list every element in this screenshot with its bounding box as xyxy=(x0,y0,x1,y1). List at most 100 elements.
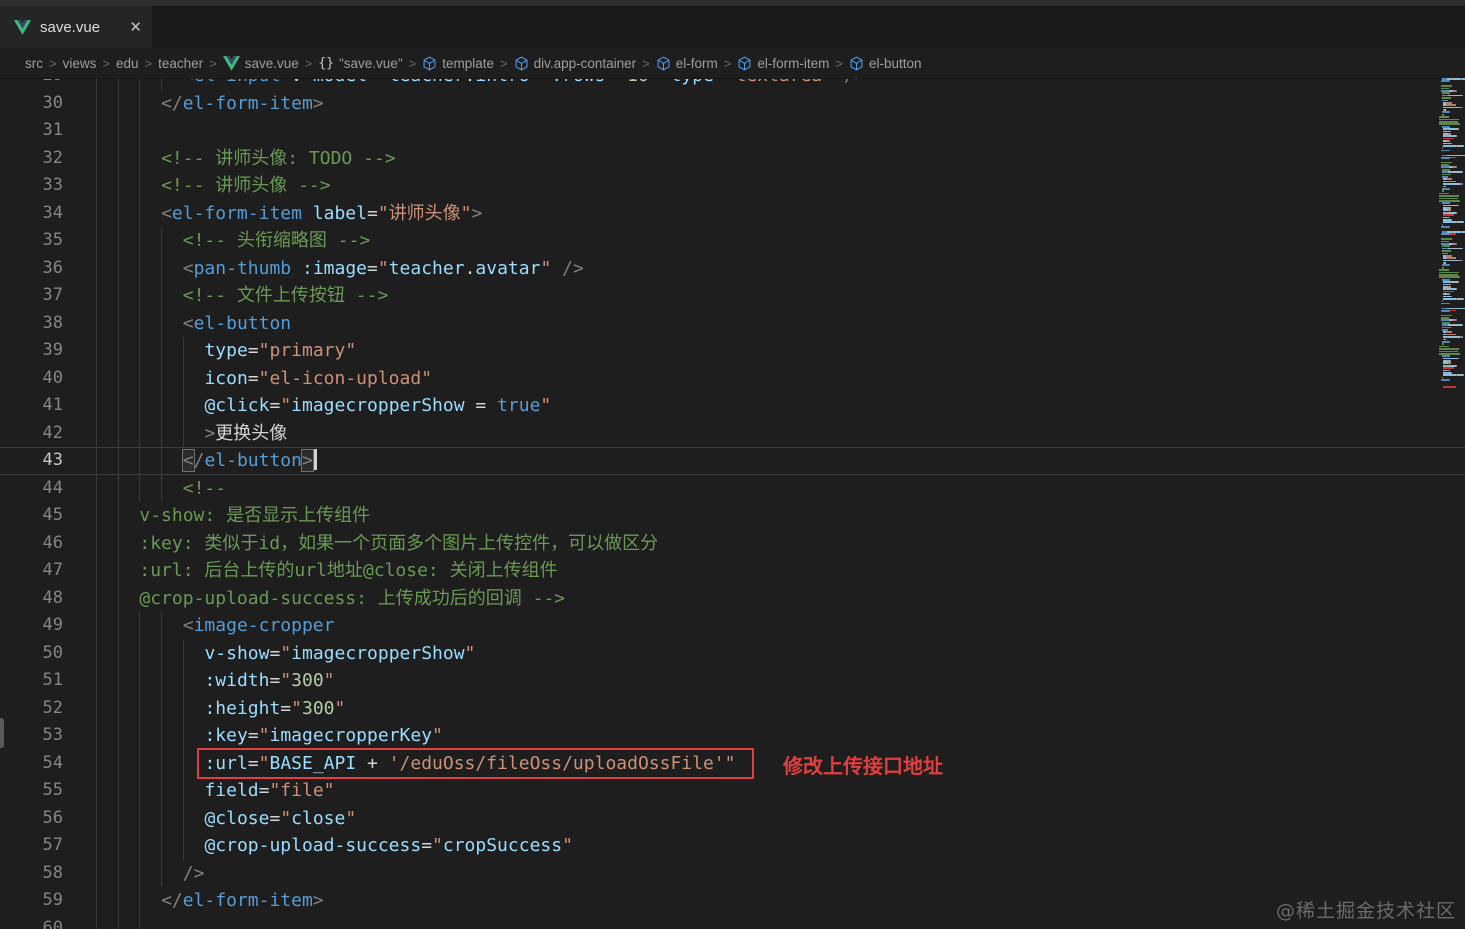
minimap-mark xyxy=(1449,233,1450,236)
code-line-51[interactable]: 51:width="300" xyxy=(0,667,1465,695)
code-line-45[interactable]: 45 v-show: 是否显示上传组件 xyxy=(0,502,1465,530)
code-line-60[interactable]: 60 xyxy=(0,914,1465,929)
code-token: = xyxy=(269,670,281,691)
breadcrumb-label: template xyxy=(442,55,494,71)
code-token: " xyxy=(280,670,292,691)
code-token: :image xyxy=(301,257,368,279)
breadcrumb-item-el-button[interactable]: el-button xyxy=(849,56,922,71)
indent-guide xyxy=(182,722,184,750)
code-token: cropSuccess xyxy=(442,835,563,856)
matched-bracket: > xyxy=(300,449,314,472)
indent-guide xyxy=(139,117,141,145)
code-line-36[interactable]: 36 <pan-thumb :image="teacher.avatar" /> xyxy=(0,254,1465,283)
code-token: /> xyxy=(844,79,866,86)
indent-guide xyxy=(96,859,97,887)
code-line-55[interactable]: 55 field="file" xyxy=(0,777,1465,805)
minimap-mark xyxy=(1456,166,1457,169)
code-line-49[interactable]: 49 <image-cropper xyxy=(0,612,1465,640)
code-line-48[interactable]: 48 @crop-upload-success: 上传成功后的回调 --> xyxy=(0,584,1465,612)
code-line-32[interactable]: 32 <!-- 讲师头像: TODO --> xyxy=(0,144,1465,172)
indent-guide xyxy=(182,749,184,777)
code-line-53[interactable]: 53:key="imagecropperKey" xyxy=(0,722,1465,750)
breadcrumb-item-save.vue[interactable]: {} "save.vue" xyxy=(318,56,402,71)
code-text: <pan-thumb :image="teacher.avatar" /> xyxy=(183,255,584,283)
minimap-mark xyxy=(1443,374,1456,377)
code-line-31[interactable]: 31 xyxy=(0,117,1465,145)
line-number: 31 xyxy=(42,120,63,140)
indent-guide xyxy=(139,859,141,887)
minimap-mark xyxy=(1462,106,1463,109)
code-line-37[interactable]: 37 <!-- 文件上传按钮 --> xyxy=(0,282,1465,310)
code-token: :key xyxy=(204,725,248,746)
vscode-window: { "colors": { "editor_bg": "#1e1e1e", "t… xyxy=(0,0,1465,929)
line-number: 39 xyxy=(42,340,63,360)
code-line-47[interactable]: 47:url: 后台上传的url地址@close: 关闭上传组件 xyxy=(0,557,1465,585)
code-line-29[interactable]: 29<el-input v-model="teacher.intro" :row… xyxy=(0,79,1465,90)
code-line-33[interactable]: 33 <!-- 讲师头像 --> xyxy=(0,172,1465,200)
code-line-59[interactable]: 59 </el-form-item> xyxy=(0,887,1465,915)
code-token: intro xyxy=(475,79,529,86)
tab-save-vue[interactable]: save.vue ✕ xyxy=(0,6,152,48)
code-text: :url: 后台上传的url地址@close: 关闭上传组件 xyxy=(139,557,557,585)
indent-guide xyxy=(96,117,97,145)
breadcrumb-item-el-form[interactable]: el-form xyxy=(656,56,718,71)
breadcrumb-item-edu[interactable]: edu xyxy=(116,56,139,71)
minimap-mark xyxy=(1457,204,1459,207)
code-text: icon="el-icon-upload" xyxy=(204,365,432,393)
code-text: v-show="imagecropperShow" xyxy=(204,640,475,668)
text-cursor xyxy=(313,449,317,470)
breadcrumb-item-views[interactable]: views xyxy=(63,56,97,71)
minimap-mark xyxy=(1447,183,1458,185)
code-line-46[interactable]: 46:key: 类似于id，如果一个页面多个图片上传控件，可以做区分 xyxy=(0,529,1465,557)
code-line-50[interactable]: 50 v-show="imagecropperShow" xyxy=(0,639,1465,668)
minimap-mark xyxy=(1462,324,1464,326)
code-token: :width xyxy=(204,670,270,691)
minimap-mark xyxy=(1461,307,1465,310)
minimap-mark xyxy=(1447,336,1458,338)
indent-guide xyxy=(96,172,97,200)
code-line-41[interactable]: 41 @click="imagecropperShow = true" xyxy=(0,392,1465,420)
line-number: 32 xyxy=(42,147,63,168)
breadcrumb-item-src[interactable]: src xyxy=(25,56,43,71)
code-line-34[interactable]: 34 <el-form-item label="讲师头像"> xyxy=(0,199,1465,227)
indent-guide xyxy=(117,89,119,117)
indent-guide xyxy=(139,777,141,805)
code-line-56[interactable]: 56 @close="close" xyxy=(0,804,1465,832)
breadcrumb-item-save.vue[interactable]: save.vue xyxy=(222,56,299,71)
breadcrumb-item-el-form-item[interactable]: el-form-item xyxy=(737,56,829,71)
code-line-40[interactable]: 40 icon="el-icon-upload" xyxy=(0,364,1465,393)
code-line-38[interactable]: 38 <el-button xyxy=(0,309,1465,338)
code-line-52[interactable]: 52:height="300" xyxy=(0,694,1465,722)
code-text: <el-button xyxy=(183,310,291,338)
tab-close-icon[interactable]: ✕ xyxy=(129,18,142,36)
minimap-mark xyxy=(1462,94,1464,97)
indent-guide xyxy=(139,392,141,420)
line-number: 43 xyxy=(42,450,63,470)
line-number: 42 xyxy=(42,422,63,443)
breadcrumb-item-teacher[interactable]: teacher xyxy=(158,56,203,71)
code-token: = xyxy=(367,79,378,86)
code-line-30[interactable]: 30 </el-form-item> xyxy=(0,89,1465,117)
code-line-43[interactable]: 43 </el-button> xyxy=(0,447,1465,475)
code-token: " xyxy=(345,807,357,829)
breadcrumb-item-template[interactable]: template xyxy=(422,56,494,71)
code-line-58[interactable]: 58 /> xyxy=(0,859,1465,887)
code-line-54[interactable]: 54:url="BASE_API + '/eduOss/fileOss/uplo… xyxy=(0,747,1465,779)
minimap-mark xyxy=(1449,149,1450,152)
breadcrumb-item-div.app-container[interactable]: div.app-container xyxy=(514,56,636,71)
minimap[interactable] xyxy=(1437,78,1465,929)
indent-guide xyxy=(139,804,141,832)
code-line-57[interactable]: 57 @crop-upload-success="cropSuccess" xyxy=(0,832,1465,860)
code-line-39[interactable]: 39 type="primary" xyxy=(0,337,1465,365)
code-line-42[interactable]: 42 >更换头像 xyxy=(0,419,1465,447)
code-token: > xyxy=(204,422,216,444)
code-line-35[interactable]: 35 <!-- 头衔缩略图 --> xyxy=(0,227,1465,255)
code-line-44[interactable]: 44 <!-- xyxy=(0,474,1465,502)
code-token: "讲师头像" xyxy=(377,202,472,224)
line-number: 40 xyxy=(42,367,63,388)
indent-guide xyxy=(161,777,163,805)
breadcrumb-label: el-button xyxy=(868,55,922,71)
code-token: = xyxy=(258,780,270,801)
